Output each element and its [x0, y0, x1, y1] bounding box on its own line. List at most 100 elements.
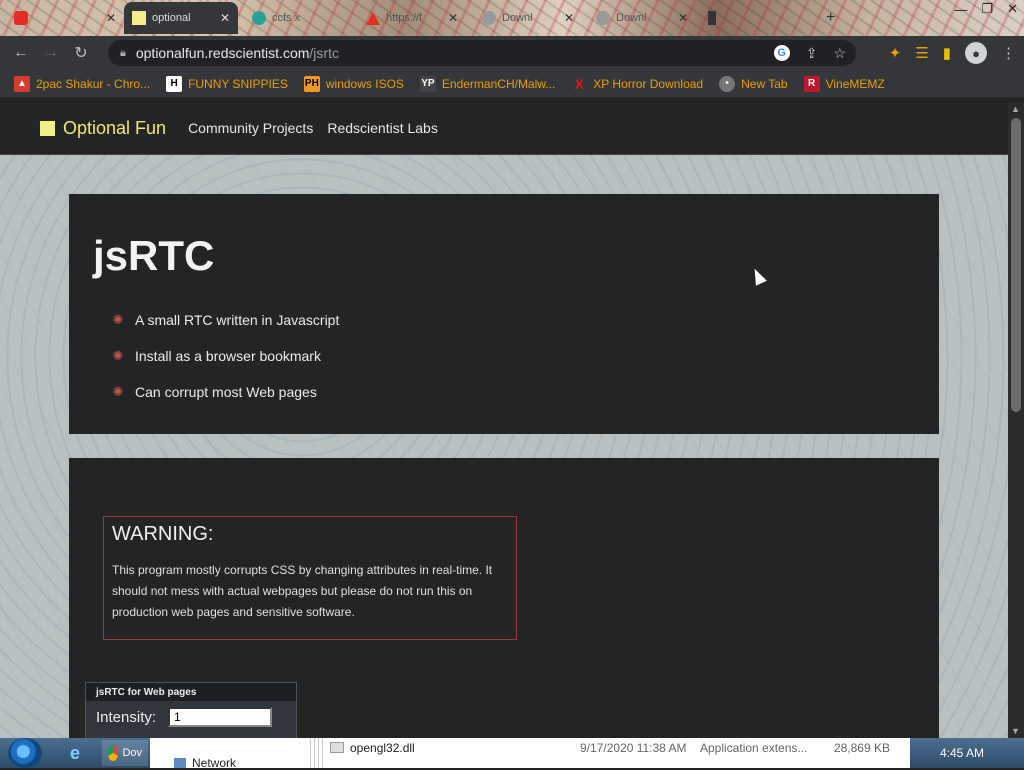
windows-taskbar: e Dov opengl32.dll 9/17/2020 11:38 AM Ap… [0, 738, 1024, 770]
r-logo-icon: R [803, 75, 820, 92]
close-icon[interactable]: ✕ [448, 11, 458, 25]
chrome-taskbar-label: Dov [122, 747, 142, 759]
tab-download-2[interactable]: Downl ✕ [588, 4, 696, 32]
star-icon[interactable]: ☆ [833, 45, 846, 62]
ie-taskbar-button[interactable]: e [64, 740, 86, 766]
bookmark-label: XP Horror Download [593, 76, 704, 91]
close-icon[interactable]: ✕ [106, 11, 116, 25]
tab-archive[interactable] [700, 4, 724, 32]
optionalfun-favicon [132, 11, 146, 25]
bookmark-item[interactable]: ▲ 2pac Shakur - Chro... [14, 75, 151, 92]
intro-card: jsRTC ✺ A small RTC written in Javascrip… [69, 194, 939, 434]
google-icon[interactable]: G [773, 45, 790, 61]
feature-item: ✺ A small RTC written in Javascript [111, 312, 340, 328]
scroll-down-icon[interactable]: ▼ [1011, 726, 1020, 736]
chrome-taskbar-button[interactable]: Dov [102, 740, 148, 766]
side-panel-icon[interactable]: ▮ [943, 44, 951, 62]
tab-strip: ✕ optional ✕ ccfs x https://f ✕ Downl ✕ … [0, 0, 1024, 36]
browser-toolbar: ← → ↻ 🔒︎ optionalfun.redscientist.com/js… [0, 36, 1024, 70]
tab-youtube[interactable]: ✕ [6, 4, 124, 32]
bullet-icon: ✺ [112, 384, 124, 399]
share-icon[interactable]: ⇪ [806, 45, 818, 62]
close-icon[interactable]: ✕ [220, 11, 230, 25]
system-clock[interactable]: 4:45 AM [940, 738, 984, 768]
feature-item: ✺ Install as a browser bookmark [111, 348, 321, 364]
reload-icon: ↻ [74, 45, 88, 62]
bookmark-item[interactable]: • New Tab [719, 75, 788, 92]
tab-ccfs[interactable]: ccfs x [244, 4, 352, 32]
url-path: /jsrtc [309, 45, 339, 61]
tab-label: https://f [386, 12, 423, 24]
profile-avatar-icon[interactable]: ● [965, 42, 987, 64]
bookmark-item[interactable]: YP EndermanCH/Malw... [419, 75, 556, 92]
restore-icon[interactable]: ❐ [981, 1, 993, 17]
address-bar[interactable]: 🔒︎ optionalfun.redscientist.com/jsrtc G … [108, 40, 856, 66]
minimize-icon[interactable]: — [954, 2, 967, 17]
panel-title[interactable]: jsRTC for Web pages [86, 683, 296, 701]
file-row[interactable]: opengl32.dll 9/17/2020 11:38 AM Applicat… [330, 740, 910, 755]
tab-label: Downl [616, 12, 647, 24]
feature-text: Install as a browser bookmark [135, 348, 321, 364]
scroll-up-icon[interactable]: ▲ [1011, 104, 1020, 114]
forward-button[interactable]: → [36, 38, 66, 68]
media-icon[interactable]: ☰ [915, 44, 928, 62]
bookmark-item[interactable]: H FUNNY SNIPPIES [166, 75, 288, 92]
site-brand-link[interactable]: Optional Fun [40, 118, 166, 139]
new-tab-button[interactable]: + [818, 4, 838, 32]
page-scrollbar[interactable]: ▲ ▼ [1008, 102, 1024, 738]
intensity-input[interactable] [168, 707, 273, 727]
feature-item: ✺ Can corrupt most Web pages [111, 384, 317, 400]
intensity-label: Intensity: [96, 708, 157, 726]
feature-text: Can corrupt most Web pages [135, 384, 317, 400]
bookmark-2pac-icon: ▲ [14, 75, 30, 92]
tab-download-1[interactable]: Downl ✕ [474, 4, 582, 32]
tab-label: Downl [502, 12, 533, 24]
bookmark-label: 2pac Shakur - Chro... [36, 76, 151, 91]
bookmark-label: VineMEMZ [825, 76, 885, 91]
nav-pane-label: Network [192, 755, 237, 770]
nav-community-projects[interactable]: Community Projects [188, 120, 313, 136]
close-window-icon[interactable]: ✕ [1007, 1, 1018, 17]
tab-label: ccfs x [272, 12, 301, 24]
bookmark-item[interactable]: PH windows ISOS [303, 75, 404, 92]
reload-button[interactable]: ↻ [66, 38, 96, 68]
back-button[interactable]: ← [6, 38, 36, 68]
ph-logo-icon: PH [303, 75, 320, 92]
download-icon [482, 11, 496, 25]
file-name: opengl32.dll [350, 740, 415, 755]
close-icon[interactable]: ✕ [678, 11, 688, 25]
kebab-menu-icon[interactable]: ⋮ [1001, 44, 1016, 62]
extensions-icon[interactable]: ✦ [889, 44, 902, 62]
bookmark-label: EndermanCH/Malw... [441, 76, 556, 91]
file-explorer-overlay: opengl32.dll 9/17/2020 11:38 AM Applicat… [150, 738, 910, 770]
warning-box: WARNING: This program mostly corrupts CS… [103, 516, 517, 640]
page-title: jsRTC [93, 232, 215, 279]
scroll-thumb[interactable] [1011, 118, 1021, 412]
warning-icon [366, 11, 380, 25]
tab-https[interactable]: https://f ✕ [358, 4, 466, 32]
yp-logo-icon: YP [419, 75, 436, 92]
bookmark-label: windows ISOS [325, 76, 404, 91]
close-icon[interactable]: ✕ [564, 11, 574, 25]
tab-optionalfun[interactable]: optional ✕ [124, 2, 238, 34]
bookmark-item[interactable]: X XP Horror Download [571, 76, 704, 92]
tab-label: optional [152, 12, 191, 24]
jsrtc-panel[interactable]: jsRTC for Web pages Intensity: [85, 682, 297, 738]
plus-icon: + [826, 9, 836, 26]
bookmark-label: FUNNY SNIPPIES [188, 76, 288, 91]
nav-redscientist-labs[interactable]: Redscientist Labs [327, 120, 438, 136]
download-icon [596, 11, 610, 25]
explorer-splitter[interactable] [310, 738, 326, 768]
file-date: 9/17/2020 11:38 AM [580, 740, 687, 755]
feature-text: A small RTC written in Javascript [135, 312, 340, 328]
page-viewport: Optional Fun Community Projects Redscien… [0, 102, 1008, 738]
bookmark-label: New Tab [741, 76, 788, 91]
newtab-icon: • [719, 75, 736, 92]
url-host: optionalfun.redscientist.com [135, 45, 310, 61]
bullet-icon: ✺ [112, 312, 124, 327]
bullet-icon: ✺ [112, 348, 124, 363]
file-size: 28,869 KB [833, 740, 890, 755]
start-button[interactable] [8, 738, 42, 768]
site-navbar: Optional Fun Community Projects Redscien… [0, 102, 1008, 155]
bookmark-item[interactable]: R VineMEMZ [803, 75, 885, 92]
